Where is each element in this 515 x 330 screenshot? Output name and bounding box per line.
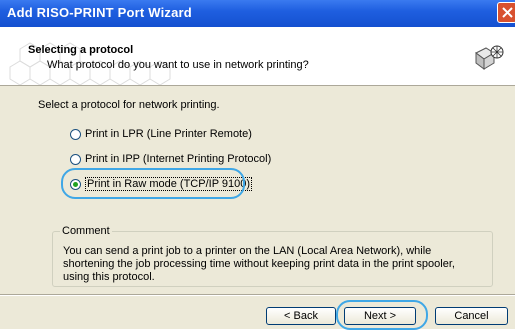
- network-printer-icon: [475, 45, 504, 70]
- radio-ipp[interactable]: Print in IPP (Internet Printing Protocol…: [70, 151, 271, 167]
- close-button[interactable]: [497, 2, 515, 23]
- hexagon-pattern-icon: [9, 42, 171, 85]
- comment-text: You can send a print job to a printer on…: [63, 245, 455, 283]
- wizard-header: Selecting a protocol What protocol do yo…: [0, 27, 515, 86]
- radio-label-ipp: Print in IPP (Internet Printing Protocol…: [85, 153, 272, 165]
- window-title: Add RISO-PRINT Port Wizard: [7, 5, 192, 20]
- highlight-circle: [61, 168, 245, 199]
- highlight-circle-next: [336, 300, 428, 330]
- radio-button[interactable]: [70, 153, 81, 165]
- radio-label-lpr: Print in LPR (Line Printer Remote): [85, 128, 252, 140]
- close-icon: [502, 7, 513, 18]
- back-button[interactable]: < Back: [266, 307, 336, 325]
- radio-button[interactable]: [70, 128, 81, 140]
- instruction-text: Select a protocol for network printing.: [38, 99, 220, 111]
- radio-lpr[interactable]: Print in LPR (Line Printer Remote): [70, 126, 252, 142]
- comment-legend: Comment: [60, 225, 112, 237]
- header-subtitle: What protocol do you want to use in netw…: [47, 59, 309, 71]
- cancel-button[interactable]: Cancel: [435, 307, 508, 325]
- wizard-window: Add RISO-PRINT Port Wizard Selecting a p…: [0, 0, 515, 330]
- title-bar[interactable]: Add RISO-PRINT Port Wizard: [0, 0, 515, 27]
- footer-separator: [0, 294, 515, 296]
- header-title: Selecting a protocol: [28, 44, 134, 56]
- comment-group: Comment You can send a print job to a pr…: [52, 225, 493, 287]
